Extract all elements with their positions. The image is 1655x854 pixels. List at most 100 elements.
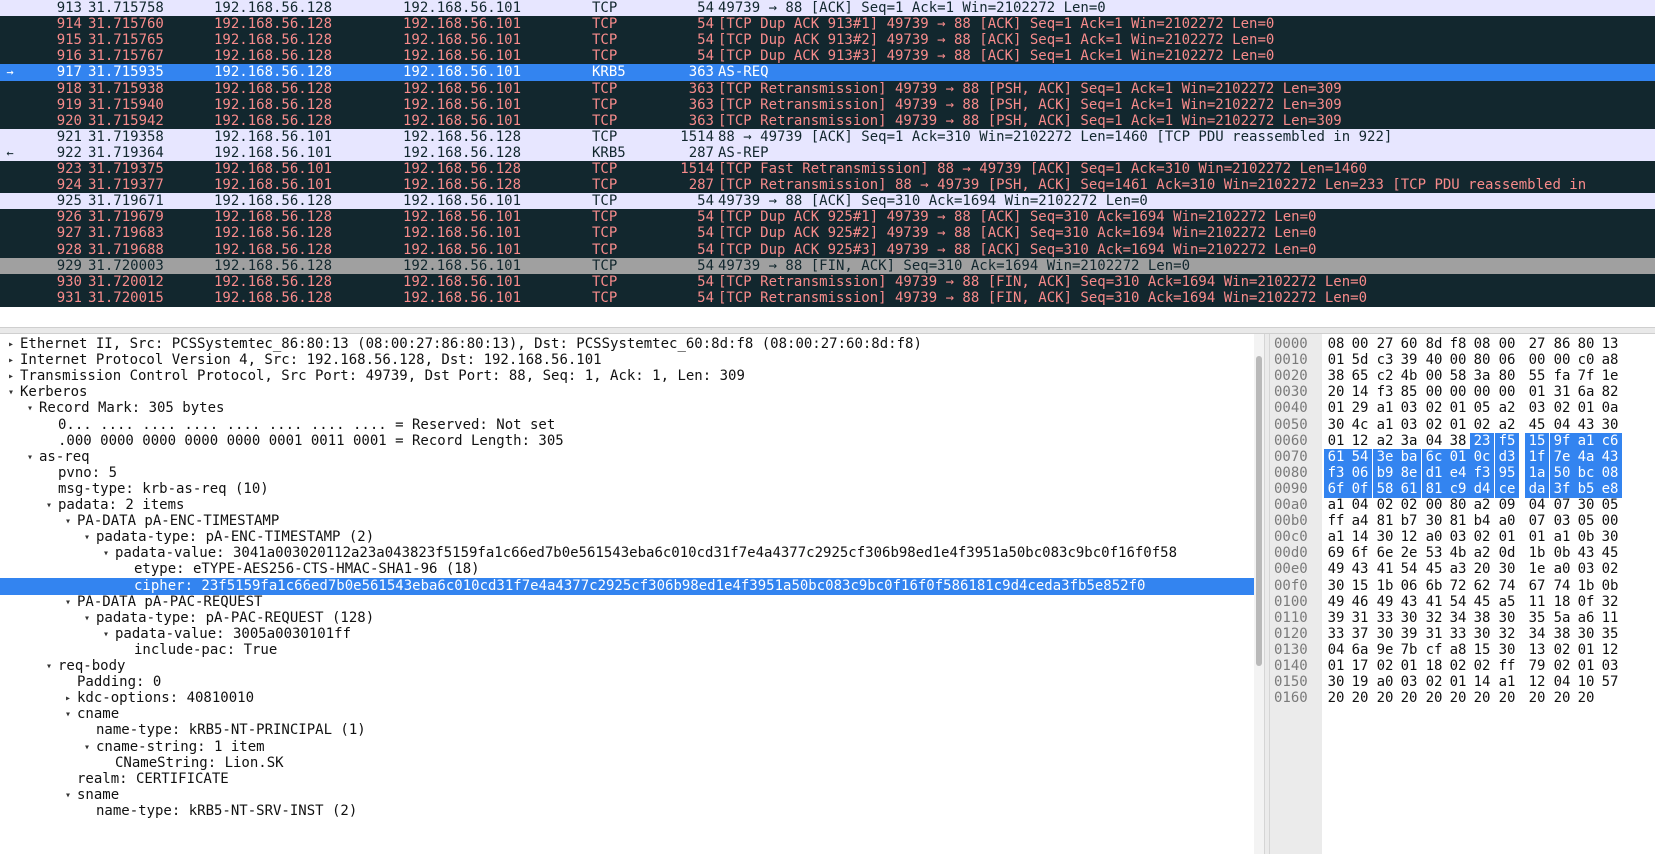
hex-byte[interactable]: 80 <box>1495 368 1519 385</box>
hex-byte[interactable]: 43 <box>1574 417 1598 434</box>
hex-byte[interactable]: 08 <box>1324 336 1348 353</box>
packet-row[interactable]: 923 31.719375 192.168.56.101 192.168.56.128… <box>0 161 1655 178</box>
expand-arrow-icon[interactable]: ▾ <box>61 706 75 723</box>
hex-byte[interactable]: 0b <box>1574 529 1598 546</box>
hex-byte[interactable]: a1 <box>1324 529 1348 546</box>
hex-byte[interactable]: f8 <box>1446 336 1470 353</box>
hex-byte[interactable]: bc <box>1574 465 1598 482</box>
packet-row[interactable]: 920 31.715942 192.168.56.128 192.168.56.101… <box>0 113 1655 130</box>
hex-byte[interactable]: 53 <box>1422 545 1446 562</box>
hex-byte[interactable]: 49 <box>1373 594 1397 611</box>
hex-byte[interactable]: c3 <box>1373 352 1397 369</box>
hex-byte[interactable]: 04 <box>1525 497 1549 514</box>
hex-byte[interactable]: 02 <box>1470 529 1494 546</box>
hex-byte[interactable]: a6 <box>1574 610 1598 627</box>
hex-byte[interactable]: 00 <box>1525 352 1549 369</box>
details-scrollbar-thumb[interactable] <box>1256 356 1262 666</box>
hex-byte[interactable]: 50 <box>1550 465 1574 482</box>
hex-byte[interactable]: a4 <box>1348 513 1372 530</box>
hex-byte[interactable]: 02 <box>1550 400 1574 417</box>
hex-byte[interactable]: ba <box>1397 449 1421 466</box>
hex-byte[interactable]: a0 <box>1550 561 1574 578</box>
tree-item[interactable]: ▾ padata-value: 3005a0030101ff <box>0 626 1254 643</box>
packet-row[interactable]: 925 31.719671 192.168.56.128 192.168.56.101… <box>0 193 1655 210</box>
packet-row[interactable]: 918 31.715938 192.168.56.128 192.168.56.101… <box>0 81 1655 98</box>
hex-byte[interactable]: 03 <box>1598 658 1622 675</box>
hex-byte[interactable]: 10 <box>1574 674 1598 691</box>
hex-byte[interactable]: b4 <box>1470 513 1494 530</box>
tree-item[interactable]: ▾ cname-string: 1 item <box>0 739 1254 756</box>
hex-byte[interactable]: 08 <box>1470 336 1494 353</box>
hex-byte[interactable]: 20 <box>1348 690 1372 707</box>
hex-byte[interactable]: 65 <box>1348 368 1372 385</box>
hex-byte[interactable]: 72 <box>1446 578 1470 595</box>
hex-byte[interactable]: 02 <box>1470 658 1494 675</box>
hex-byte[interactable]: 39 <box>1397 626 1421 643</box>
hex-byte[interactable]: 20 <box>1324 384 1348 401</box>
hex-byte[interactable]: c9 <box>1446 481 1470 498</box>
hex-byte[interactable]: 46 <box>1348 594 1372 611</box>
hex-byte[interactable]: 55 <box>1525 368 1549 385</box>
hex-byte[interactable]: 58 <box>1373 481 1397 498</box>
expand-arrow-icon[interactable]: ▾ <box>99 626 113 643</box>
expand-arrow-icon[interactable]: ▾ <box>61 513 75 530</box>
hex-byte[interactable]: da <box>1525 481 1549 498</box>
hex-byte[interactable]: 27 <box>1525 336 1549 353</box>
hex-byte[interactable]: f3 <box>1324 465 1348 482</box>
tree-item[interactable]: etype: eTYPE-AES256-CTS-HMAC-SHA1-96 (18… <box>0 561 1254 578</box>
tree-item[interactable]: ▾ Record Mark: 305 bytes <box>0 400 1254 417</box>
hex-byte[interactable]: 01 <box>1324 658 1348 675</box>
tree-item[interactable]: ▾ padata-type: pA-PAC-REQUEST (128) <box>0 610 1254 627</box>
hex-byte[interactable]: 01 <box>1446 449 1470 466</box>
tree-item[interactable]: ▾ PA-DATA pA-PAC-REQUEST <box>0 594 1254 611</box>
hex-byte[interactable]: 06 <box>1397 578 1421 595</box>
hex-byte[interactable]: a8 <box>1446 642 1470 659</box>
hex-byte[interactable]: a1 <box>1574 433 1598 450</box>
hex-byte[interactable]: 30 <box>1495 610 1519 627</box>
hex-byte[interactable]: 00 <box>1598 513 1622 530</box>
hex-byte[interactable]: 03 <box>1525 400 1549 417</box>
hex-byte[interactable]: e4 <box>1446 465 1470 482</box>
hex-byte[interactable]: 61 <box>1397 481 1421 498</box>
hex-byte[interactable]: 4b <box>1397 368 1421 385</box>
hex-byte[interactable]: 69 <box>1324 545 1348 562</box>
hex-byte[interactable]: 39 <box>1324 610 1348 627</box>
hex-byte[interactable]: 01 <box>1446 417 1470 434</box>
hex-byte[interactable]: 30 <box>1495 561 1519 578</box>
hex-byte[interactable]: 00 <box>1422 384 1446 401</box>
hex-byte[interactable]: d3 <box>1495 449 1519 466</box>
hex-byte[interactable]: d1 <box>1422 465 1446 482</box>
hex-byte[interactable]: 2e <box>1397 545 1421 562</box>
hex-byte[interactable]: ff <box>1324 513 1348 530</box>
hex-byte[interactable]: 1b <box>1373 578 1397 595</box>
packet-row[interactable]: 926 31.719679 192.168.56.128 192.168.56.101… <box>0 209 1655 226</box>
expand-arrow-icon[interactable]: ▾ <box>42 497 56 514</box>
hex-byte[interactable]: 31 <box>1422 626 1446 643</box>
hex-byte[interactable]: 30 <box>1574 626 1598 643</box>
hex-byte[interactable]: 30 <box>1324 417 1348 434</box>
hex-byte[interactable]: 14 <box>1348 384 1372 401</box>
tree-item[interactable]: ▾ req-body <box>0 658 1254 675</box>
hex-byte[interactable]: 43 <box>1574 545 1598 562</box>
hex-byte[interactable]: 02 <box>1373 497 1397 514</box>
hex-byte[interactable]: 20 <box>1397 690 1421 707</box>
hex-byte[interactable]: 81 <box>1446 513 1470 530</box>
hex-byte[interactable]: 06 <box>1348 465 1372 482</box>
tree-item[interactable]: ▸ Transmission Control Protocol, Src Port… <box>0 368 1254 385</box>
hex-byte[interactable]: 14 <box>1470 674 1494 691</box>
hex-byte[interactable]: 80 <box>1470 352 1494 369</box>
packet-row[interactable]: 914 31.715760 192.168.56.128 192.168.56.101… <box>0 16 1655 33</box>
packet-row[interactable]: → 917 31.715935 192.168.56.128 192.168.56.10… <box>0 64 1655 81</box>
hex-byte[interactable]: 15 <box>1348 578 1372 595</box>
hex-byte[interactable]: 80 <box>1446 497 1470 514</box>
hex-byte[interactable]: 03 <box>1550 513 1574 530</box>
hex-byte[interactable]: ce <box>1495 481 1519 498</box>
tree-item[interactable]: pvno: 5 <box>0 465 1254 482</box>
packet-row[interactable]: 913 31.715758 192.168.56.128 192.168.56.101… <box>0 0 1655 17</box>
tree-item[interactable]: CNameString: Lion.SK <box>0 755 1254 772</box>
hex-byte[interactable]: 00 <box>1495 336 1519 353</box>
hex-byte[interactable]: 33 <box>1373 610 1397 627</box>
hex-byte[interactable]: 00 <box>1422 497 1446 514</box>
hex-byte[interactable]: 0c <box>1470 449 1494 466</box>
hex-byte[interactable]: cf <box>1422 642 1446 659</box>
